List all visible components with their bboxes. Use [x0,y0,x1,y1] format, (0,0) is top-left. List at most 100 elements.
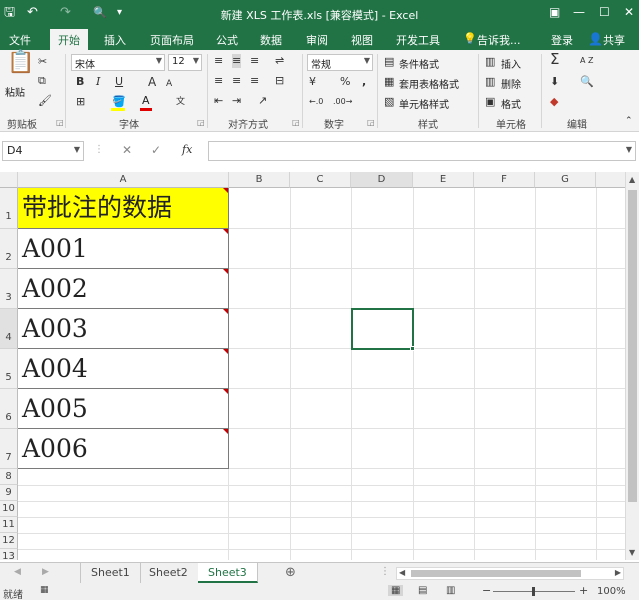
tab-data[interactable]: 数据 [260,32,282,48]
alignment-launcher-icon[interactable]: ◲ [292,118,300,127]
ribbon-display-options-icon[interactable]: ▣ [549,5,560,19]
copy-icon[interactable]: ⧉ [38,74,46,88]
font-launcher-icon[interactable]: ◲ [197,118,205,127]
column-header[interactable]: B [229,172,290,188]
bold-button[interactable]: B [76,75,84,89]
insert-function-icon[interactable]: fx [182,143,192,156]
macro-record-icon[interactable]: ▦ [40,585,49,595]
selected-cell-d4[interactable] [351,308,414,350]
increase-decimal-icon[interactable]: ←.0 [309,95,323,109]
column-header[interactable]: F [474,172,535,188]
zoom-level[interactable]: 100% [597,586,626,597]
align-middle-icon[interactable]: ≡ [232,54,242,68]
clear-icon[interactable]: ◆ [550,95,558,109]
cell-styles-button[interactable]: 单元格样式 [399,96,449,111]
grow-font-button[interactable]: A [148,75,156,89]
italic-button[interactable]: I [96,75,100,89]
row-header[interactable]: 5 [0,349,18,389]
fill-handle[interactable] [410,346,415,351]
scroll-thumb[interactable] [628,190,637,502]
comment-marker[interactable] [223,229,228,234]
sheet-tab-sheet2[interactable]: Sheet2 [139,563,199,583]
font-size-select[interactable]: 12 ▼ [168,54,202,71]
column-header[interactable]: A [18,172,229,188]
close-icon[interactable]: ✕ [624,5,634,19]
select-all-corner[interactable] [0,172,18,188]
format-painter-icon[interactable]: 🖌 [38,94,52,108]
cell-a1[interactable]: 带批注的数据 [18,188,229,229]
login-link[interactable]: 登录 [551,32,573,48]
page-break-view-icon[interactable]: ▥ [446,585,455,596]
conditional-format-button[interactable]: 条件格式 [399,56,439,71]
number-launcher-icon[interactable]: ◲ [367,118,375,127]
tab-view[interactable]: 视图 [351,32,373,48]
number-format-select[interactable]: 常规 ▼ [307,54,373,71]
insert-cells-button[interactable]: 插入 [501,56,521,71]
cut-icon[interactable]: ✂ [38,55,47,69]
scroll-up-icon[interactable]: ▲ [629,175,635,184]
delete-cells-button[interactable]: 删除 [501,76,521,91]
scroll-left-icon[interactable]: ◀ [399,568,405,577]
tell-me-box[interactable]: 告诉我... [477,32,521,48]
comment-marker[interactable] [223,188,228,193]
vertical-scrollbar[interactable]: ▲ ▼ [625,172,639,560]
merge-center-icon[interactable]: ⊟ [275,74,284,88]
phonetic-icon[interactable]: 文 [176,95,185,109]
cell-a3[interactable]: A002 [18,269,229,309]
find-select-icon[interactable]: 🔍 [580,75,594,89]
zoom-slider-thumb[interactable] [532,587,535,596]
maximize-icon[interactable]: ☐ [599,5,610,19]
comment-marker[interactable] [223,269,228,274]
scroll-right-icon[interactable]: ▶ [615,568,621,577]
row-header[interactable]: 3 [0,269,18,309]
row-header[interactable]: 6 [0,389,18,429]
shrink-font-button[interactable]: A [166,77,172,91]
align-bottom-icon[interactable]: ≡ [250,54,259,68]
comment-marker[interactable] [223,349,228,354]
clipboard-launcher-icon[interactable]: ◲ [56,118,64,127]
cell-a5[interactable]: A004 [18,349,229,389]
tab-developer[interactable]: 开发工具 [396,32,440,48]
align-left-icon[interactable]: ≡ [214,74,223,88]
autosum-button[interactable]: Σ [550,52,559,67]
tab-home[interactable]: 开始 [50,29,88,52]
row-header[interactable]: 11 [0,517,18,533]
formula-input[interactable]: ▼ [208,141,636,161]
sheet-tab-sheet1[interactable]: Sheet1 [80,563,141,583]
row-header[interactable]: 1 [0,188,18,229]
fill-color-icon[interactable]: 🪣 [112,95,126,109]
tab-page-layout[interactable]: 页面布局 [150,32,194,48]
column-header[interactable]: E [413,172,474,188]
cell-a2[interactable]: A001 [18,229,229,269]
increase-indent-icon[interactable]: ⇥ [232,94,241,108]
fill-down-icon[interactable]: ⬇ [550,75,559,89]
confirm-icon[interactable]: ✓ [151,143,161,157]
scroll-down-icon[interactable]: ▼ [629,548,635,557]
column-header[interactable]: G [535,172,596,188]
orientation-icon[interactable]: ↗ [258,94,267,108]
format-cells-button[interactable]: 格式 [501,96,521,111]
underline-button[interactable]: U [115,75,123,89]
zoom-in-button[interactable]: + [579,584,588,597]
tab-insert[interactable]: 插入 [104,32,126,48]
comma-button[interactable]: , [362,75,366,89]
cancel-icon[interactable]: ✕ [122,143,132,157]
format-as-table-button[interactable]: 套用表格格式 [399,76,459,91]
split-handle-icon[interactable]: ⋮ [380,566,390,577]
comment-marker[interactable] [223,389,228,394]
cell-a7[interactable]: A006 [18,429,229,469]
h-scroll-thumb[interactable] [411,570,581,577]
horizontal-scrollbar[interactable]: ◀ ▶ [396,567,624,580]
cell-a6[interactable]: A005 [18,389,229,429]
comment-marker[interactable] [223,429,228,434]
decrease-decimal-icon[interactable]: .00→ [333,95,352,109]
scroll-tabs-left-icon[interactable]: ◀ [14,567,21,577]
decrease-indent-icon[interactable]: ⇤ [214,94,223,108]
font-color-button[interactable]: A [142,94,150,108]
row-header[interactable]: 9 [0,485,18,501]
row-header[interactable]: 7 [0,429,18,469]
scroll-tabs-right-icon[interactable]: ▶ [42,567,49,577]
row-header[interactable]: 13 [0,549,18,560]
borders-icon[interactable]: ⊞ [76,95,85,109]
share-button[interactable]: 共享 [603,32,625,48]
